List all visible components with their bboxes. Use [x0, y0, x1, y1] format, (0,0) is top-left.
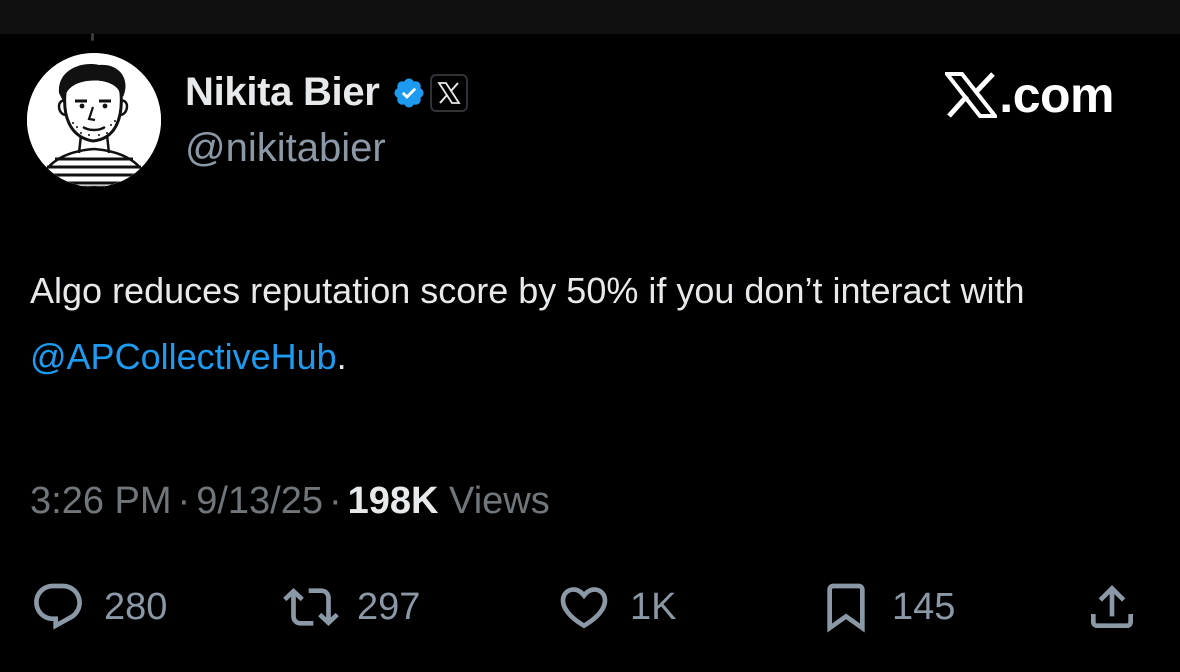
author-handle[interactable]: @nikitabier: [185, 126, 386, 171]
tweet-meta: 3:26 PM · 9/13/25 · 198K Views: [30, 480, 550, 523]
like-button[interactable]: 1K: [556, 575, 676, 639]
reply-count: 280: [104, 585, 168, 628]
share-button[interactable]: [1084, 575, 1140, 639]
avatar-sketch: [27, 53, 161, 187]
repost-button[interactable]: 297: [283, 575, 420, 639]
bookmark-icon: [827, 583, 865, 633]
top-handle-mark: [91, 33, 94, 41]
tweet-trailing: .: [336, 336, 347, 377]
affiliation-badge[interactable]: [429, 73, 468, 112]
author-name-row: Nikita Bier: [185, 70, 468, 115]
reply-icon: [34, 583, 82, 630]
bookmark-button[interactable]: 145: [818, 575, 955, 639]
heart-icon: [560, 587, 608, 629]
bookmark-count: 145: [892, 585, 956, 628]
like-count: 1K: [630, 585, 677, 628]
tweet-time[interactable]: 3:26 PM: [30, 480, 172, 522]
x-logo-icon: [945, 72, 998, 118]
top-bar: [0, 0, 1180, 34]
repost-icon: [283, 588, 339, 626]
verified-badge-icon[interactable]: [392, 76, 426, 110]
brand-watermark: .com: [945, 66, 1114, 124]
avatar[interactable]: [27, 53, 161, 187]
x-logo-icon: [436, 81, 461, 104]
tweet-body: Algo reduces reputation score by 50% if …: [30, 270, 1025, 311]
share-icon: [1091, 585, 1133, 628]
views-count: 198K: [347, 480, 439, 522]
action-bar: 280 297 1K 145: [0, 575, 1180, 639]
reply-button[interactable]: 280: [30, 575, 167, 639]
tweet-text: Algo reduces reputation score by 50% if …: [30, 258, 1150, 390]
repost-count: 297: [357, 585, 421, 628]
meta-separator: ·: [177, 480, 191, 522]
views-label: Views: [449, 480, 550, 522]
tweet-date[interactable]: 9/13/25: [196, 480, 323, 522]
meta-separator: ·: [328, 480, 342, 522]
mention-link[interactable]: @APCollectiveHub: [30, 336, 337, 377]
author-display-name[interactable]: Nikita Bier: [185, 70, 380, 115]
brand-text: .com: [999, 67, 1114, 123]
